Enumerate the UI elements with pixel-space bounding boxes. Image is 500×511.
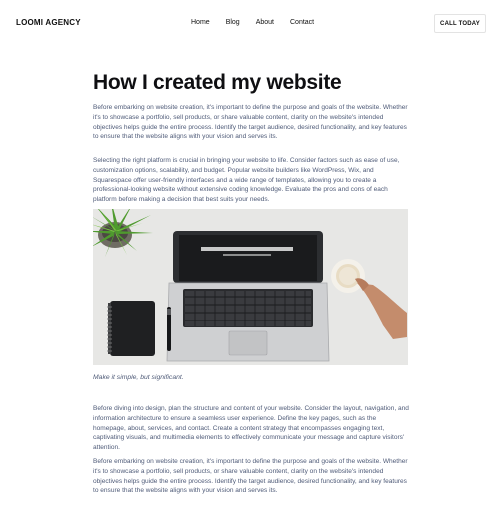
desk-scene-illustration [93,209,408,365]
logo[interactable]: LOOMI AGENCY [16,18,81,27]
pen-icon [167,307,171,351]
site-header: LOOMI AGENCY Home Blog About Contact CAL… [0,0,500,48]
main-nav: Home Blog About Contact [191,19,314,26]
article-paragraph: Before embarking on website creation, it… [93,104,408,141]
nav-home[interactable]: Home [191,19,210,26]
nav-contact[interactable]: Contact [290,19,314,26]
nav-blog[interactable]: Blog [226,19,240,26]
notebook-icon [107,301,155,356]
coffee-cup-icon [331,259,365,293]
image-caption: Make it simple, but significant. [93,374,184,381]
article-paragraph: Before diving into design, plan the stru… [93,405,409,451]
nav-about[interactable]: About [256,19,274,26]
page-title: How I created my website [93,71,342,94]
article-paragraph: Before embarking on website creation, it… [93,458,408,495]
article-paragraph: Selecting the right platform is crucial … [93,157,400,203]
call-today-button[interactable]: CALL TODAY [434,14,486,33]
laptop-icon [166,231,330,362]
hero-photo [93,209,408,365]
